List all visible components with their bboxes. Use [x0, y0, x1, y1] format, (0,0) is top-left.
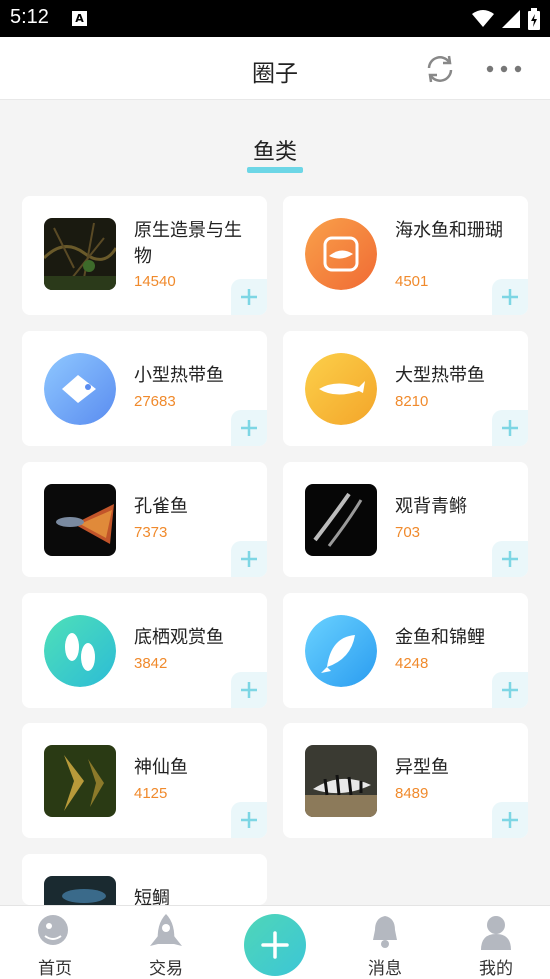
plus-icon [502, 420, 518, 436]
plus-icon [502, 812, 518, 828]
create-post-button[interactable] [244, 914, 306, 976]
category-card[interactable]: 孔雀鱼 7373 [22, 462, 267, 577]
category-card[interactable]: 观背青鳉 703 [283, 462, 528, 577]
category-thumbnail [44, 876, 116, 905]
category-name: 原生造景与生物 [134, 220, 242, 267]
category-name: 短鲷 [134, 888, 170, 905]
category-thumbnail [44, 745, 116, 817]
plus-icon [241, 812, 257, 828]
plus-icon [241, 551, 257, 567]
add-button[interactable] [492, 802, 528, 838]
tab-trade[interactable]: 交易 [126, 906, 206, 979]
category-thumbnail [44, 484, 116, 556]
category-card[interactable]: 金鱼和锦鲤 4248 [283, 593, 528, 708]
category-card[interactable]: 原生造景与生物 14540 [22, 196, 267, 315]
category-count: 703 [395, 524, 421, 541]
category-card[interactable]: 神仙鱼 4125 [22, 723, 267, 838]
add-button[interactable] [492, 541, 528, 577]
battery-icon [528, 8, 540, 30]
wifi-icon [472, 10, 494, 27]
category-name: 孔雀鱼 [134, 496, 188, 517]
category-count: 27683 [134, 393, 176, 410]
category-name: 金鱼和锦鲤 [395, 627, 485, 648]
status-bar: 5:12 A [0, 0, 550, 37]
system-icons [472, 8, 540, 30]
section-underline [247, 167, 303, 173]
category-name: 底栖观赏鱼 [134, 627, 224, 648]
category-count: 4501 [395, 273, 429, 290]
category-card[interactable]: 大型热带鱼 8210 [283, 331, 528, 446]
category-name: 大型热带鱼 [395, 365, 485, 386]
user-icon [481, 916, 511, 950]
add-button[interactable] [231, 541, 267, 577]
home-fish-icon [38, 915, 68, 945]
category-name: 海水鱼和珊瑚 [395, 220, 503, 241]
category-thumbnail [305, 484, 377, 556]
category-count: 4125 [134, 785, 168, 802]
add-button[interactable] [492, 410, 528, 446]
category-count: 8489 [395, 785, 429, 802]
category-card[interactable]: 海水鱼和珊瑚 4501 [283, 196, 528, 315]
category-count: 14540 [134, 273, 176, 290]
category-thumbnail [305, 745, 377, 817]
page-title: 圈子 [252, 61, 298, 87]
category-thumbnail [305, 218, 377, 290]
app-header: 圈子 [0, 37, 550, 100]
plus-icon [502, 551, 518, 567]
add-button[interactable] [231, 802, 267, 838]
category-name: 异型鱼 [395, 757, 449, 778]
category-count: 8210 [395, 393, 429, 410]
category-thumbnail [305, 353, 377, 425]
category-card[interactable]: 异型鱼 8489 [283, 723, 528, 838]
rocket-icon [150, 914, 182, 946]
signal-icon [502, 10, 520, 28]
category-count: 4248 [395, 655, 429, 672]
bell-icon [373, 916, 397, 948]
refresh-icon[interactable] [424, 53, 456, 85]
add-button[interactable] [231, 279, 267, 315]
category-name: 神仙鱼 [134, 757, 188, 778]
add-button[interactable] [492, 672, 528, 708]
category-name: 小型热带鱼 [134, 365, 224, 386]
category-thumbnail [305, 615, 377, 687]
tab-home-label: 首页 [38, 959, 72, 979]
add-button[interactable] [231, 672, 267, 708]
plus-icon [241, 420, 257, 436]
category-name: 观背青鳉 [395, 496, 467, 517]
section-title[interactable]: 鱼类 [0, 134, 550, 166]
notification-a-icon: A [72, 11, 87, 26]
plus-icon [261, 931, 289, 959]
category-thumbnail [44, 615, 116, 687]
category-card[interactable]: 底栖观赏鱼 3842 [22, 593, 267, 708]
add-button[interactable] [231, 410, 267, 446]
tab-home[interactable]: 首页 [15, 906, 95, 979]
category-count: 7373 [134, 524, 168, 541]
category-thumbnail [44, 353, 116, 425]
more-icon[interactable] [486, 65, 522, 73]
plus-icon [241, 682, 257, 698]
plus-icon [502, 682, 518, 698]
category-card[interactable]: 小型热带鱼 27683 [22, 331, 267, 446]
category-thumbnail [44, 218, 116, 290]
tab-messages[interactable]: 消息 [345, 906, 425, 979]
tab-messages-label: 消息 [368, 959, 402, 979]
tab-mine-label: 我的 [479, 959, 513, 979]
add-button[interactable] [492, 279, 528, 315]
plus-icon [241, 289, 257, 305]
plus-icon [502, 289, 518, 305]
tab-trade-label: 交易 [149, 959, 183, 979]
tab-mine[interactable]: 我的 [456, 906, 536, 979]
category-count: 3842 [134, 655, 168, 672]
category-card[interactable]: 短鲷 [22, 854, 267, 905]
status-time: 5:12 [10, 6, 49, 28]
